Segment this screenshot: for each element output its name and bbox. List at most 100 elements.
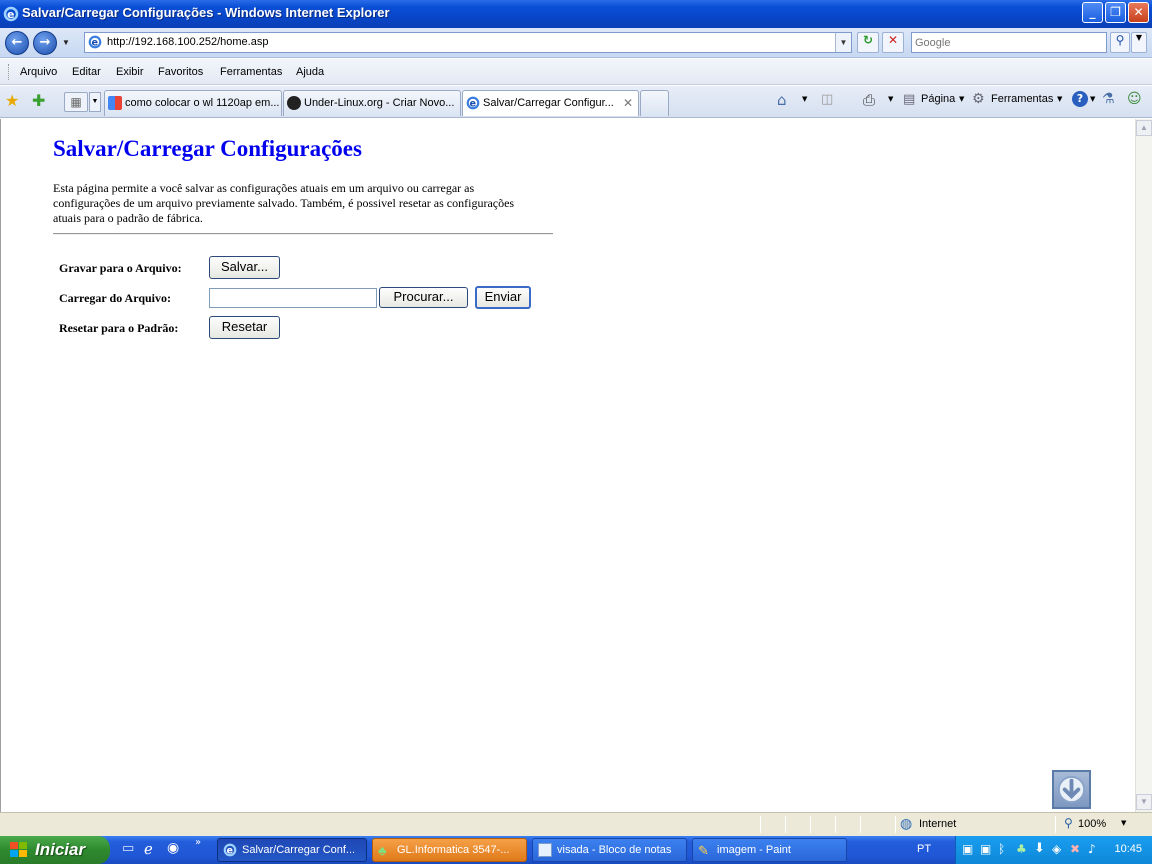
maximize-button[interactable]: ❐ bbox=[1105, 2, 1126, 23]
title-bar: e Salvar/Carregar Configurações - Window… bbox=[0, 0, 1152, 28]
refresh-icon: ↻ bbox=[862, 33, 874, 47]
menu-arquivo[interactable]: Arquivo bbox=[20, 66, 57, 78]
menu-exibir[interactable]: Exibir bbox=[116, 66, 144, 78]
page-description: Esta página permite a você salvar as con… bbox=[53, 181, 515, 225]
download-arrow-icon[interactable] bbox=[1052, 770, 1091, 809]
feeds-icon[interactable]: ◫ bbox=[821, 92, 833, 107]
new-tab-button[interactable] bbox=[640, 90, 669, 116]
address-url: http://192.168.100.252/home.asp bbox=[107, 36, 269, 48]
taskbar: Iniciar ▭ ℯ ◉ » e Salvar/Carregar Conf..… bbox=[0, 836, 1152, 864]
divider bbox=[53, 233, 553, 235]
antivirus-icon[interactable]: ◈ bbox=[1052, 842, 1061, 856]
status-separator bbox=[895, 816, 896, 833]
quicklaunch-more-icon[interactable]: » bbox=[195, 837, 201, 848]
svg-text:e: e bbox=[92, 38, 99, 49]
quick-tabs-button[interactable]: ▦ bbox=[64, 92, 88, 112]
print-icon[interactable]: ⎙ bbox=[863, 91, 875, 109]
tab-under-linux[interactable]: Under-Linux.org - Criar Novo... bbox=[283, 90, 461, 116]
task-label: GL.Informatica 3547-... bbox=[397, 844, 510, 856]
favorites-star-icon[interactable]: ★ bbox=[5, 91, 19, 110]
print-dropdown-icon[interactable]: ▼ bbox=[888, 95, 893, 103]
refresh-button[interactable]: ↻ bbox=[857, 32, 879, 53]
network-icon[interactable]: ▣ bbox=[962, 842, 973, 856]
language-indicator[interactable]: PT bbox=[917, 843, 931, 855]
send-button[interactable]: Enviar bbox=[475, 286, 531, 309]
stop-icon: ✕ bbox=[887, 33, 899, 47]
ie-quicklaunch-icon[interactable]: ℯ bbox=[144, 840, 153, 858]
help-dropdown-icon[interactable]: ▼ bbox=[1090, 95, 1095, 103]
messenger-tray-icon[interactable]: ♣ bbox=[1016, 842, 1027, 856]
tab-salvar-carregar[interactable]: e Salvar/Carregar Configur... ✕ bbox=[462, 90, 639, 116]
forward-button[interactable]: → bbox=[33, 31, 57, 55]
menu-bar: Arquivo Editar Exibir Favoritos Ferramen… bbox=[0, 59, 1152, 85]
file-path-input[interactable] bbox=[209, 288, 377, 308]
research-icon[interactable]: ⚗ bbox=[1102, 91, 1115, 107]
search-input[interactable] bbox=[915, 34, 1105, 52]
add-favorite-icon[interactable]: ✚ bbox=[32, 91, 45, 110]
gear-icon: ⚙ bbox=[972, 91, 985, 107]
status-separator bbox=[835, 816, 836, 833]
tab-list-button[interactable]: ▼ bbox=[89, 92, 101, 112]
scroll-up-icon[interactable]: ▲ bbox=[1136, 120, 1152, 136]
search-box[interactable] bbox=[911, 32, 1107, 53]
system-tray: ▣ ▣ ᛒ ♣ ⬇ ◈ ✖ ♪ 10:45 bbox=[955, 836, 1152, 864]
menu-ferramentas[interactable]: Ferramentas bbox=[220, 66, 282, 78]
scroll-down-icon[interactable]: ▼ bbox=[1136, 794, 1152, 810]
clock[interactable]: 10:45 bbox=[1114, 843, 1142, 855]
close-tab-icon[interactable]: ✕ bbox=[623, 96, 633, 110]
zoom-dropdown-icon[interactable]: ▼ bbox=[1121, 819, 1126, 827]
globe-icon: ◍ bbox=[900, 816, 913, 832]
task-paint[interactable]: ✎ imagem - Paint bbox=[692, 838, 847, 862]
address-bar[interactable]: e http://192.168.100.252/home.asp ▼ bbox=[84, 32, 852, 53]
browse-button[interactable]: Procurar... bbox=[379, 287, 468, 308]
save-button[interactable]: Salvar... bbox=[209, 256, 280, 279]
tools-menu-label[interactable]: Ferramentas bbox=[991, 93, 1053, 105]
menu-favoritos[interactable]: Favoritos bbox=[158, 66, 203, 78]
search-button[interactable]: ⚲ bbox=[1110, 32, 1130, 53]
page-title: Salvar/Carregar Configurações bbox=[53, 136, 362, 161]
tools-dropdown-icon[interactable]: ▼ bbox=[1057, 95, 1062, 103]
reset-button[interactable]: Resetar bbox=[209, 316, 280, 339]
start-button[interactable]: Iniciar bbox=[0, 836, 110, 864]
show-desktop-icon[interactable]: ▭ bbox=[122, 841, 134, 856]
page-menu-icon: ▤ bbox=[903, 92, 916, 107]
menu-editar[interactable]: Editar bbox=[72, 66, 101, 78]
task-notepad[interactable]: visada - Bloco de notas bbox=[532, 838, 687, 862]
page-icon: e bbox=[88, 35, 102, 49]
paint-icon: ✎ bbox=[698, 843, 709, 858]
home-dropdown-icon[interactable]: ▼ bbox=[802, 95, 807, 103]
tab-label: Salvar/Carregar Configur... bbox=[483, 97, 614, 109]
task-salvar-carregar[interactable]: e Salvar/Carregar Conf... bbox=[217, 838, 367, 862]
download-tray-icon[interactable]: ⬇ bbox=[1034, 841, 1045, 856]
bluetooth-icon[interactable]: ᛒ bbox=[998, 842, 1005, 856]
address-toolbar: ← → ▼ e http://192.168.100.252/home.asp … bbox=[0, 28, 1152, 58]
volume-icon[interactable]: ♪ bbox=[1088, 842, 1096, 856]
ie-logo-icon: e bbox=[3, 6, 19, 22]
home-icon[interactable]: ⌂ bbox=[777, 91, 787, 109]
security-zone: Internet bbox=[919, 818, 957, 830]
page-dropdown-icon[interactable]: ▼ bbox=[959, 95, 964, 103]
back-arrow-icon: ← bbox=[11, 35, 23, 50]
quick-tabs-icon: ▦ bbox=[70, 95, 82, 109]
tab-label: Under-Linux.org - Criar Novo... bbox=[304, 97, 455, 109]
stop-button[interactable]: ✕ bbox=[882, 32, 904, 53]
search-options-button[interactable]: ▼ bbox=[1131, 32, 1147, 53]
close-window-button[interactable]: ✕ bbox=[1128, 2, 1149, 23]
media-quicklaunch-icon[interactable]: ◉ bbox=[167, 840, 179, 856]
forward-arrow-icon: → bbox=[39, 35, 51, 50]
zoom-icon: ⚲ bbox=[1064, 816, 1073, 830]
network-icon-2[interactable]: ▣ bbox=[980, 842, 991, 856]
task-gl-informatica[interactable]: ♣ GL.Informatica 3547-... bbox=[372, 838, 527, 862]
messenger-icon[interactable]: ☺ bbox=[1127, 91, 1142, 107]
history-dropdown-icon[interactable]: ▼ bbox=[62, 38, 70, 47]
back-button[interactable]: ← bbox=[5, 31, 29, 55]
alert-tray-icon[interactable]: ✖ bbox=[1070, 842, 1080, 856]
zoom-level[interactable]: 100% bbox=[1078, 818, 1106, 830]
address-dropdown-icon[interactable]: ▼ bbox=[835, 33, 851, 52]
tab-google[interactable]: como colocar o wl 1120ap em... bbox=[104, 90, 282, 116]
page-menu-label[interactable]: Página bbox=[921, 93, 955, 105]
minimize-button[interactable]: _ bbox=[1082, 2, 1103, 23]
menu-ajuda[interactable]: Ajuda bbox=[296, 66, 324, 78]
help-icon[interactable]: ? bbox=[1072, 91, 1088, 107]
vertical-scrollbar[interactable]: ▲ ▼ bbox=[1135, 119, 1152, 812]
